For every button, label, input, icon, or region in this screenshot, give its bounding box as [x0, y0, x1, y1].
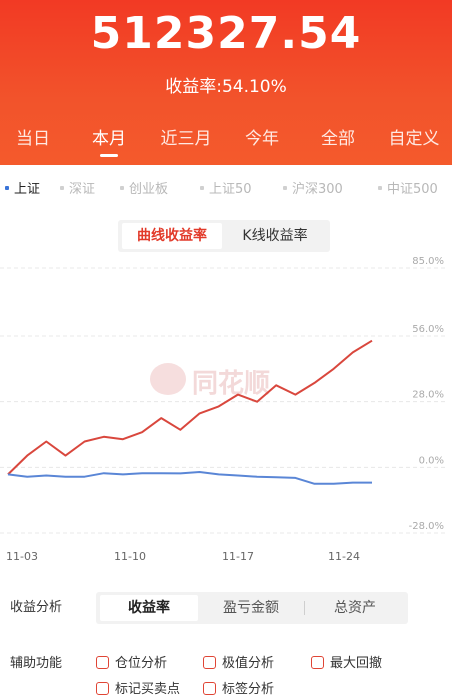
return-rate-value: 54.10% — [221, 77, 287, 97]
active-tab-indicator — [100, 154, 118, 157]
checkbox-icon — [96, 682, 109, 695]
mark-trades-checkbox[interactable]: 标记买卖点 — [96, 678, 180, 697]
max-drawdown-checkbox[interactable]: 最大回撤 — [311, 652, 382, 671]
checkbox-icon — [203, 682, 216, 695]
position-analysis-checkbox[interactable]: 仓位分析 — [96, 652, 167, 671]
y-tick-label: 85.0% — [412, 256, 444, 267]
return-rate-label: 收益率: — [165, 77, 222, 97]
analysis-tabs: 收益率 盈亏金额 总资产 — [96, 592, 408, 624]
index-return-line — [7, 471, 372, 485]
tab-profit-loss[interactable]: 盈亏金额 — [200, 595, 302, 621]
x-tick-label: 11-17 — [222, 550, 254, 563]
analysis-label: 收益分析 — [10, 600, 63, 615]
index-dot-icon — [5, 185, 9, 190]
tab-this-year[interactable]: 今年 — [222, 124, 302, 149]
x-tick-label: 11-03 — [6, 550, 38, 563]
y-tick-label: 0.0% — [419, 455, 444, 466]
y-tick-label: -28.0% — [409, 521, 444, 532]
tab-this-month[interactable]: 本月 — [69, 124, 149, 157]
index-dot-icon — [200, 185, 204, 190]
x-tick-label: 11-10 — [114, 550, 146, 563]
portfolio-return-line — [7, 339, 373, 476]
index-shenzhen[interactable]: 深证 — [60, 178, 95, 197]
extreme-analysis-checkbox[interactable]: 极值分析 — [203, 652, 274, 671]
aux-label: 辅助功能 — [10, 656, 63, 671]
tab-return-rate[interactable]: 收益率 — [100, 595, 198, 621]
tab-separator — [304, 601, 305, 615]
return-chart: 同花顺 85.0% 56.0% 28.0% 0.0% -28.0% 11-03 11-10 1… — [0, 255, 452, 575]
index-dot-icon — [378, 185, 382, 190]
chart-svg: 85.0% 56.0% 28.0% 0.0% -28.0% 11-03 11-10 11-17… — [0, 256, 446, 563]
checkbox-icon — [96, 656, 109, 669]
tab-total-assets[interactable]: 总资产 — [306, 595, 404, 621]
index-shanghai[interactable]: 上证 — [5, 178, 40, 197]
period-tabs: 当日 本月 近三月 今年 全部 自定义 — [0, 124, 452, 164]
tab-today[interactable]: 当日 — [0, 124, 73, 149]
tag-analysis-checkbox[interactable]: 标签分析 — [203, 678, 274, 697]
y-tick-label: 56.0% — [412, 324, 444, 335]
index-csi500[interactable]: 中证500 — [378, 178, 438, 197]
x-tick-label: 11-24 — [328, 550, 360, 563]
index-selector: 上证 深证 创业板 上证50 沪深300 中证500 — [0, 178, 452, 198]
header: 512327.54 收益率:54.10% 当日 本月 近三月 今年 全部 自定义 — [0, 0, 452, 165]
index-csi300[interactable]: 沪深300 — [283, 178, 343, 197]
index-dot-icon — [120, 185, 124, 190]
tab-all[interactable]: 全部 — [298, 124, 378, 149]
return-rate: 收益率:54.10% — [0, 72, 452, 97]
checkbox-icon — [311, 656, 324, 669]
chart-type-switch: 曲线收益率 K线收益率 — [118, 220, 330, 252]
y-tick-label: 28.0% — [412, 390, 444, 401]
tab-custom[interactable]: 自定义 — [374, 124, 452, 149]
kline-return-button[interactable]: K线收益率 — [224, 223, 326, 249]
index-dot-icon — [283, 185, 287, 190]
tab-three-months[interactable]: 近三月 — [146, 124, 226, 149]
checkbox-icon — [203, 656, 216, 669]
index-sse50[interactable]: 上证50 — [200, 178, 252, 197]
curve-return-button[interactable]: 曲线收益率 — [122, 223, 222, 249]
index-chinext[interactable]: 创业板 — [120, 178, 168, 197]
index-dot-icon — [60, 185, 64, 190]
total-asset-amount: 512327.54 — [90, 8, 362, 59]
